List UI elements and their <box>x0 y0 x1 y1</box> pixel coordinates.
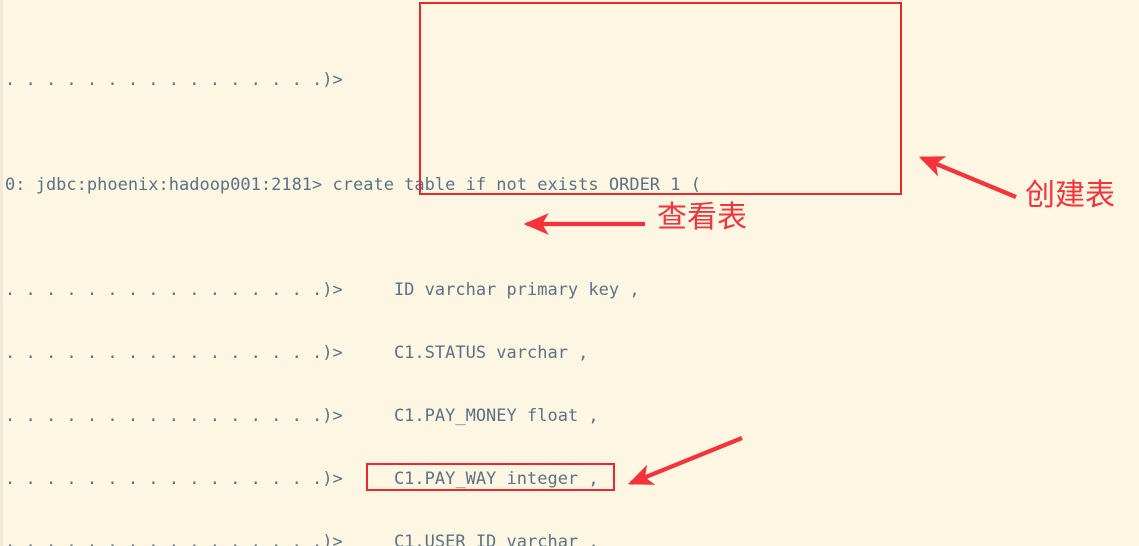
sql-command-head <box>322 175 332 195</box>
terminal-line-sql-1: . . . . . . . . . . . . . . . .)> ID var… <box>5 280 1139 301</box>
terminal-output[interactable]: . . . . . . . . . . . . . . . .)> 0: jdb… <box>5 0 1139 546</box>
terminal-line-sql-4: . . . . . . . . . . . . . . . .)> C1.PAY… <box>5 469 1139 490</box>
annotation-label-create-table: 创建表 <box>1025 178 1115 213</box>
sql-command-text: create table if not exists ORDER_1 ( <box>332 175 701 195</box>
sql-body-line: C1.USER_ID varchar , <box>342 532 599 546</box>
terminal-line-command-1: 0: jdbc:phoenix:hadoop001:2181> create t… <box>5 175 1139 196</box>
continuation-prompt: . . . . . . . . . . . . . . . .)> <box>5 343 343 363</box>
shell-prompt: 0: jdbc:phoenix:hadoop001:2181> <box>5 175 323 195</box>
terminal-line-partial-top: . . . . . . . . . . . . . . . .)> <box>5 70 343 90</box>
terminal-line-sql-2: . . . . . . . . . . . . . . . .)> C1.STA… <box>5 343 1139 364</box>
terminal-line-sql-3: . . . . . . . . . . . . . . . .)> C1.PAY… <box>5 406 1139 427</box>
window-left-edge <box>0 0 3 546</box>
terminal-window: . . . . . . . . . . . . . . . .)> 0: jdb… <box>0 0 1139 546</box>
sql-body-line: C1.PAY_MONEY float , <box>342 406 599 426</box>
sql-body-line: C1.STATUS varchar , <box>342 343 589 363</box>
sql-body-line: C1.PAY_WAY integer , <box>342 469 599 489</box>
terminal-line-sql-5: . . . . . . . . . . . . . . . .)> C1.USE… <box>5 532 1139 546</box>
continuation-prompt: . . . . . . . . . . . . . . . .)> <box>5 532 343 546</box>
annotation-label-view-table: 查看表 <box>657 200 747 235</box>
continuation-prompt: . . . . . . . . . . . . . . . .)> <box>5 406 343 426</box>
sql-body-line: ID varchar primary key , <box>342 280 640 300</box>
continuation-prompt: . . . . . . . . . . . . . . . .)> <box>5 469 343 489</box>
continuation-prompt: . . . . . . . . . . . . . . . .)> <box>5 280 343 300</box>
